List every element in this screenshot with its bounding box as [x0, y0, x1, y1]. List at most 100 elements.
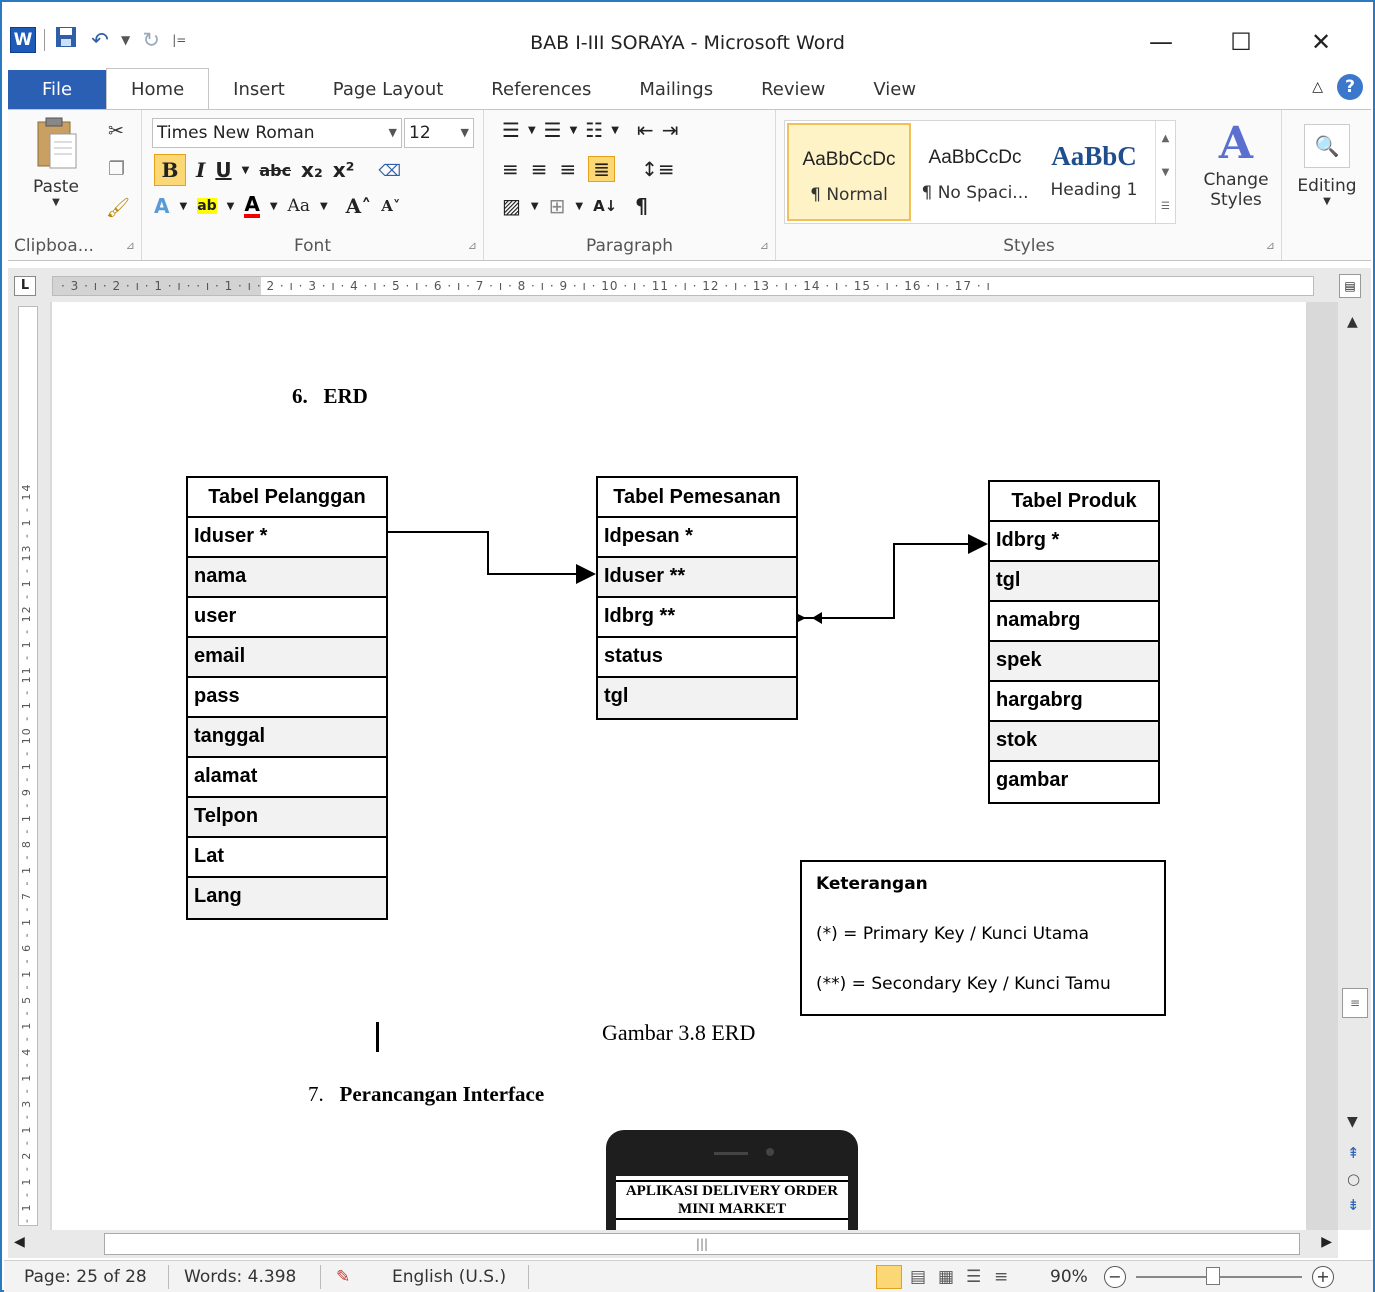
- style-no-spacing[interactable]: AaBbCcDc ¶ No Spaci...: [913, 123, 1037, 221]
- zoom-slider-knob[interactable]: [1206, 1267, 1220, 1285]
- strikethrough-button[interactable]: abc: [259, 161, 291, 180]
- zoom-out-button[interactable]: −: [1104, 1266, 1126, 1288]
- tab-view[interactable]: View: [849, 70, 940, 110]
- tab-home[interactable]: Home: [106, 68, 210, 110]
- clear-formatting-icon[interactable]: ⌫: [378, 161, 401, 180]
- multilevel-list-icon[interactable]: ☷: [585, 118, 603, 142]
- scroll-right-icon[interactable]: ▶: [1321, 1234, 1332, 1250]
- grow-font-icon[interactable]: A˄: [346, 194, 372, 218]
- tab-insert[interactable]: Insert: [209, 70, 309, 110]
- font-color-icon[interactable]: A: [244, 194, 260, 218]
- show-formatting-icon[interactable]: ¶: [635, 194, 648, 218]
- decrease-indent-icon[interactable]: ⇤: [637, 118, 654, 142]
- highlight-icon[interactable]: ab: [197, 198, 217, 214]
- multilevel-dropdown-icon[interactable]: ▼: [611, 125, 619, 136]
- print-layout-view-icon[interactable]: [876, 1265, 902, 1289]
- zoom-in-button[interactable]: +: [1312, 1266, 1334, 1288]
- italic-button[interactable]: I: [196, 158, 205, 182]
- numbering-dropdown-icon[interactable]: ▼: [570, 125, 578, 136]
- align-center-icon[interactable]: ≡: [531, 157, 548, 181]
- bullets-dropdown-icon[interactable]: ▼: [528, 125, 536, 136]
- font-name-dropdown-icon[interactable]: ▼: [389, 119, 397, 147]
- scroll-thumb[interactable]: ≡: [1342, 988, 1368, 1018]
- select-browse-object-icon[interactable]: ○: [1347, 1170, 1360, 1188]
- paste-dropdown-icon[interactable]: ▼: [16, 197, 96, 208]
- line-spacing-icon[interactable]: ↕≡: [641, 157, 675, 181]
- sort-icon[interactable]: A↓: [593, 197, 617, 215]
- numbering-icon[interactable]: ☰: [544, 118, 562, 142]
- horizontal-scroll-thumb[interactable]: |||: [104, 1233, 1300, 1255]
- tab-mailings[interactable]: Mailings: [615, 70, 737, 110]
- highlight-dropdown-icon[interactable]: ▼: [227, 201, 235, 212]
- view-ruler-icon[interactable]: ▤: [1339, 274, 1361, 298]
- justify-icon[interactable]: ≣: [588, 156, 616, 182]
- scroll-down-icon[interactable]: ▼: [1347, 1114, 1358, 1130]
- language[interactable]: English (U.S.): [392, 1267, 506, 1287]
- gallery-down-icon[interactable]: ▼: [1162, 167, 1170, 178]
- tab-selector-icon[interactable]: L: [14, 276, 36, 296]
- align-left-icon[interactable]: ≡: [502, 157, 519, 181]
- change-case-icon[interactable]: Aa: [288, 196, 310, 216]
- tab-page-layout[interactable]: Page Layout: [309, 70, 468, 110]
- borders-icon[interactable]: ⊞: [549, 194, 566, 218]
- full-screen-reading-icon[interactable]: ▤: [910, 1267, 926, 1287]
- clipboard-launcher-icon[interactable]: ⊿: [126, 239, 135, 252]
- align-right-icon[interactable]: ≡: [560, 157, 577, 181]
- styles-launcher-icon[interactable]: ⊿: [1266, 239, 1275, 252]
- style-normal[interactable]: AaBbCcDc ¶ Normal: [787, 123, 911, 221]
- horizontal-scrollbar[interactable]: ◀ ||| ▶: [8, 1230, 1338, 1258]
- font-name-box[interactable]: Times New Roman ▼: [152, 118, 402, 148]
- tab-file[interactable]: File: [8, 70, 106, 110]
- tab-references[interactable]: References: [467, 70, 615, 110]
- previous-page-icon[interactable]: ⇞: [1347, 1144, 1360, 1162]
- font-size-box[interactable]: 12 ▼: [404, 118, 474, 148]
- font-size-dropdown-icon[interactable]: ▼: [461, 119, 469, 147]
- font-color-dropdown-icon[interactable]: ▼: [270, 201, 278, 212]
- bold-button[interactable]: B: [154, 154, 186, 186]
- borders-dropdown-icon[interactable]: ▼: [575, 201, 583, 212]
- draft-view-icon[interactable]: ≡: [994, 1267, 1008, 1287]
- outline-view-icon[interactable]: ☰: [966, 1267, 981, 1287]
- document-page[interactable]: 6. ERD Tabel Pelanggan Iduser * nama use…: [52, 302, 1306, 1230]
- close-button[interactable]: ✕: [1281, 24, 1361, 60]
- zoom-level[interactable]: 90%: [1050, 1267, 1088, 1287]
- maximize-button[interactable]: ☐: [1201, 24, 1281, 60]
- gallery-up-icon[interactable]: ▲: [1162, 133, 1170, 144]
- tab-review[interactable]: Review: [737, 70, 849, 110]
- help-icon[interactable]: ?: [1337, 74, 1363, 100]
- increase-indent-icon[interactable]: ⇥: [662, 118, 679, 142]
- cut-icon[interactable]: ✂: [108, 120, 124, 142]
- paste-button[interactable]: Paste ▼: [16, 116, 96, 208]
- page-count[interactable]: Page: 25 of 28: [24, 1267, 147, 1287]
- gallery-more-icon[interactable]: ☰: [1161, 201, 1170, 212]
- proofing-icon[interactable]: ✎: [336, 1267, 350, 1287]
- web-layout-icon[interactable]: ▦: [938, 1267, 954, 1287]
- vertical-ruler[interactable]: - 1 - 1 - 2 - 1 - 3 - 1 - 4 - 1 - 5 - 1 …: [18, 306, 38, 1226]
- copy-icon[interactable]: ❐: [108, 158, 125, 180]
- subscript-button[interactable]: x₂: [301, 158, 323, 182]
- superscript-button[interactable]: x²: [333, 158, 355, 182]
- minimize-button[interactable]: —: [1121, 24, 1201, 60]
- change-case-dropdown-icon[interactable]: ▼: [320, 201, 328, 212]
- shading-icon[interactable]: ▨: [502, 194, 521, 218]
- font-launcher-icon[interactable]: ⊿: [468, 239, 477, 252]
- text-effects-dropdown-icon[interactable]: ▼: [179, 201, 187, 212]
- shading-dropdown-icon[interactable]: ▼: [531, 201, 539, 212]
- minimize-ribbon-icon[interactable]: △: [1312, 79, 1323, 95]
- vertical-scrollbar[interactable]: ▲ ≡ ▼ ⇞ ○ ⇟: [1338, 302, 1371, 1230]
- change-styles-button[interactable]: A Change Styles: [1194, 118, 1278, 210]
- editing-button[interactable]: 🔍 Editing ▼: [1286, 124, 1368, 207]
- style-heading-1[interactable]: AaBbC Heading 1: [1035, 123, 1153, 221]
- paragraph-launcher-icon[interactable]: ⊿: [760, 239, 769, 252]
- text-effects-icon[interactable]: A: [154, 194, 169, 218]
- underline-button[interactable]: U: [215, 158, 231, 182]
- bullets-icon[interactable]: ☰: [502, 118, 520, 142]
- shrink-font-icon[interactable]: A˅: [381, 197, 400, 215]
- format-painter-icon[interactable]: 🖌: [106, 196, 130, 219]
- scroll-up-icon[interactable]: ▲: [1347, 314, 1358, 330]
- underline-dropdown-icon[interactable]: ▼: [242, 165, 250, 176]
- horizontal-ruler[interactable]: · 3 · ı · 2 · ı · 1 · ı · · ı · 1 · ı · …: [52, 276, 1314, 296]
- next-page-icon[interactable]: ⇟: [1347, 1196, 1360, 1214]
- scroll-left-icon[interactable]: ◀: [14, 1234, 25, 1250]
- word-count[interactable]: Words: 4.398: [184, 1267, 296, 1287]
